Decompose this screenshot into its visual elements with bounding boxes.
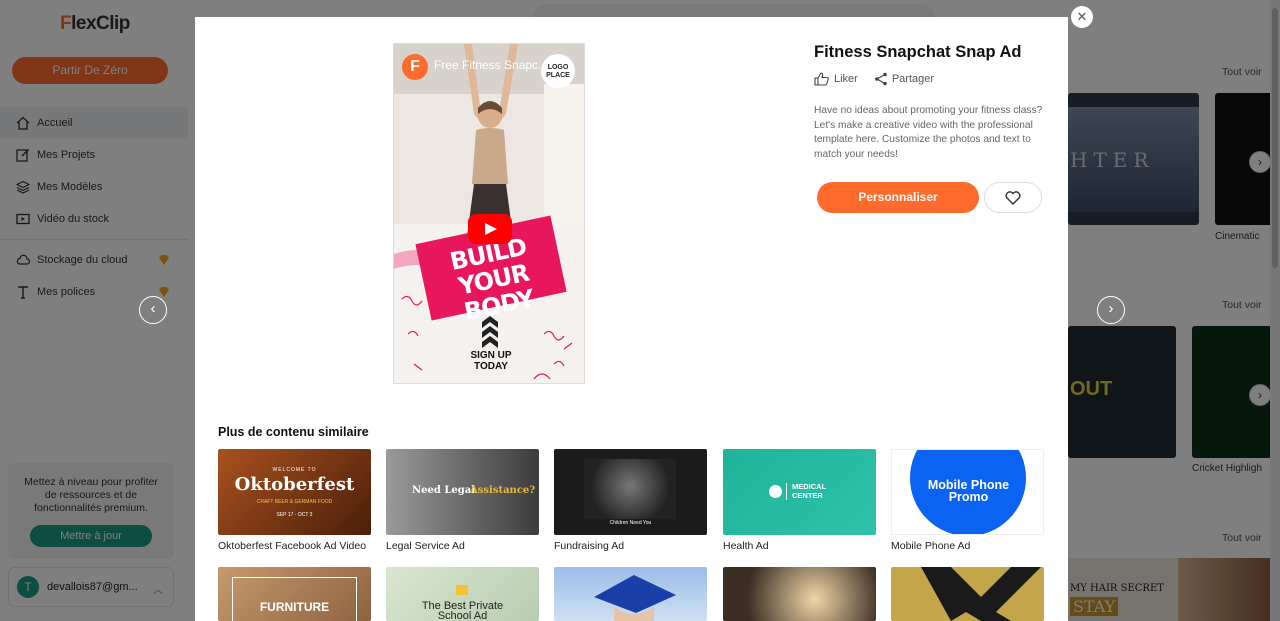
template-thumbnail[interactable]: MEDICAL CENTER [723,449,876,535]
thumbnail-text: FURNITURE [259,600,330,614]
video-title[interactable]: Free Fitness Snapc... [434,58,548,72]
favorite-button[interactable] [984,182,1042,213]
similar-template-card[interactable] [891,567,1044,621]
template-description: Have no ideas about promoting your fitne… [814,105,1043,160]
play-button[interactable] [468,214,512,244]
template-thumbnail[interactable] [723,567,876,621]
signup-line: SIGN UP [470,350,512,361]
template-caption[interactable]: Mobile Phone Ad [891,540,1044,552]
share-icon [875,72,887,86]
share-button[interactable]: Partager [874,72,934,86]
template-thumbnail[interactable] [891,567,1044,621]
similar-section-title: Plus de contenu similaire [218,425,369,439]
customize-button[interactable]: Personnaliser [817,182,979,213]
heart-icon [1005,190,1021,205]
template-caption[interactable]: Fundraising Ad [554,540,707,552]
template-thumbnail[interactable]: WELCOME TO Oktoberfest CRAFT BEER & GERM… [218,449,371,535]
video-preview[interactable]: F Free Fitness Snapc... LOGO PLACE BUILD… [393,43,585,384]
thumbnail-text: Assistance? [470,485,536,496]
thumbnail-text: WELCOME TO [272,467,317,473]
template-thumbnail[interactable]: Mobile Phone Promo [891,449,1044,535]
template-thumbnail[interactable]: FURNITURE [218,567,371,621]
template-caption[interactable]: Oktoberfest Facebook Ad Video [218,540,371,552]
template-title: Fitness Snapchat Snap Ad [814,43,1022,61]
template-caption[interactable]: Legal Service Ad [386,540,539,552]
thumbnail-text: Children Need You [609,520,652,526]
thumbnail-text: Promo [948,490,989,504]
template-thumbnail[interactable] [554,567,707,621]
thumbnail-text: Oktoberfest [234,474,355,495]
close-icon: ✕ [1076,9,1088,24]
signup-line: TODAY [474,361,508,372]
next-template-button[interactable]: › [1097,296,1125,324]
thumbs-up-icon [814,72,829,86]
thumbnail-text: CRAFT BEER & GERMAN FOOD [256,499,333,505]
thumbnail-text: SEP 17 - OCT 3 [276,512,313,518]
similar-template-card[interactable]: WELCOME TO Oktoberfest CRAFT BEER & GERM… [218,449,371,552]
like-label: Liker [834,73,858,85]
medical-logo-icon [769,485,782,498]
graduation-cap-icon [594,575,676,621]
logo-placeholder: LOGO PLACE [541,54,575,88]
similar-template-card[interactable] [723,567,876,621]
template-actions: Liker Partager [814,72,934,86]
close-modal-button[interactable]: ✕ [1071,6,1093,28]
similar-template-card[interactable]: FURNITURE [218,567,371,621]
channel-logo: F [402,54,428,80]
previous-template-button[interactable]: ‹ [139,296,167,324]
template-preview-modal: F Free Fitness Snapc... LOGO PLACE BUILD… [195,17,1068,621]
similar-template-card[interactable] [554,567,707,621]
thumbnail-text: Need Legal [412,485,476,496]
share-label: Partager [891,73,935,85]
similar-template-card[interactable]: MEDICAL CENTER Health Ad [723,449,876,552]
thumbnail-text: School Ad [437,610,488,621]
x-shape-graphic [921,567,1041,621]
template-thumbnail[interactable]: Children Need You [554,449,707,535]
like-button[interactable]: Liker [814,72,858,86]
similar-template-card[interactable]: Need Legal Assistance? Legal Service Ad [386,449,539,552]
template-thumbnail[interactable]: The Best Private School Ad [386,567,539,621]
chevron-left-icon: ‹ [150,300,156,317]
signup-text: SIGN UP TODAY [466,350,516,372]
chevron-right-icon: › [1108,300,1114,317]
template-thumbnail[interactable]: Need Legal Assistance? [386,449,539,535]
template-caption[interactable]: Health Ad [723,540,876,552]
thumbnail-text: CENTER [792,490,823,500]
similar-template-card[interactable]: The Best Private School Ad [386,567,539,621]
similar-template-card[interactable]: Mobile Phone Promo Mobile Phone Ad [891,449,1044,552]
similar-template-card[interactable]: Children Need You Fundraising Ad [554,449,707,552]
